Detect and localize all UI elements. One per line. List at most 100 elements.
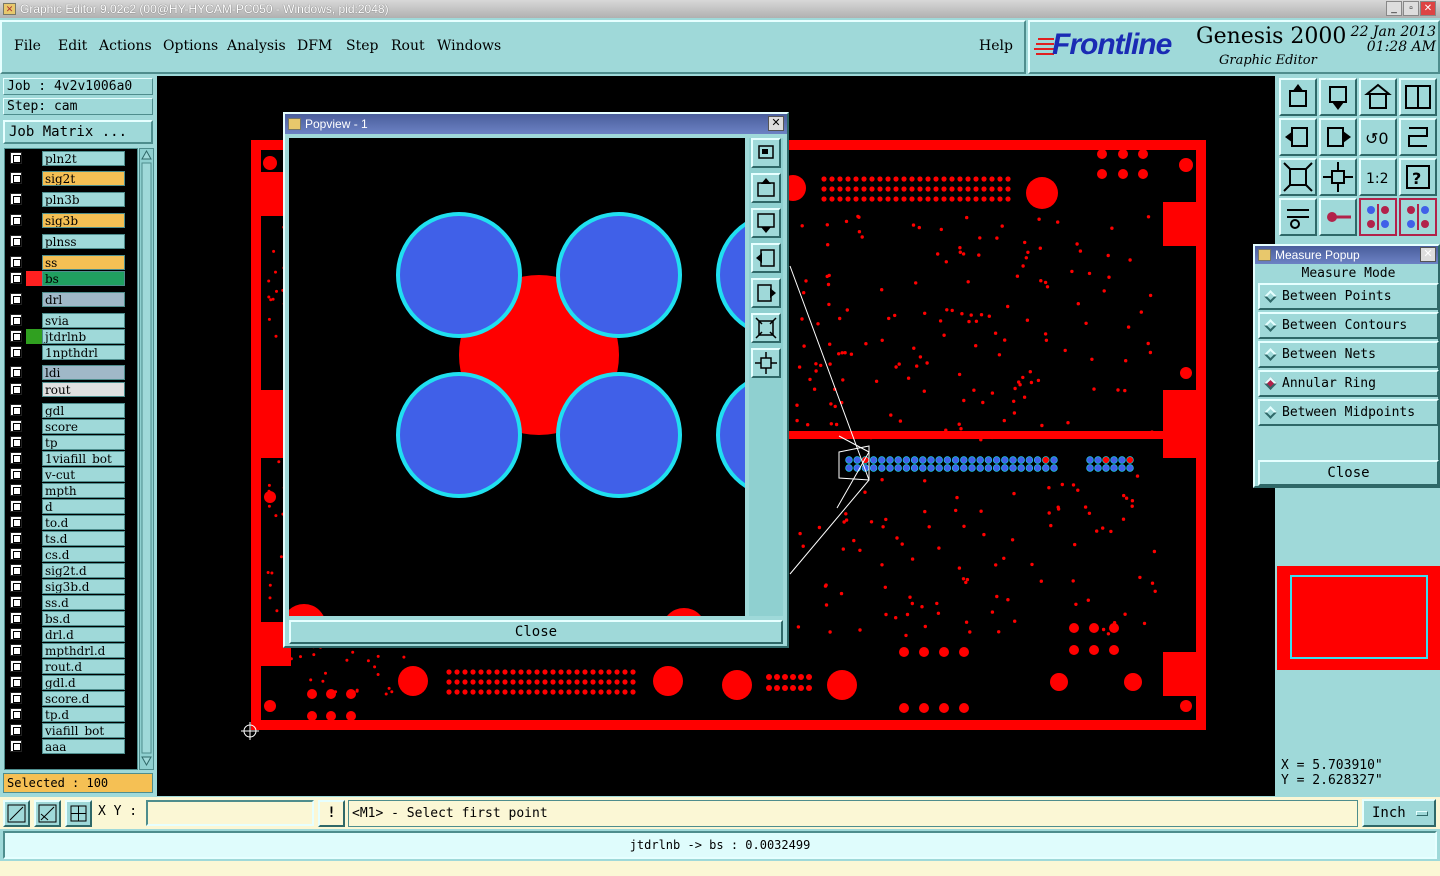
layer-row-tp-d[interactable]: tp.d [7,707,127,722]
menu-edit[interactable]: Edit [58,38,87,54]
layer-color-swatch[interactable] [26,659,42,674]
zoom-home-icon[interactable] [1279,158,1317,196]
layer-row-viafill-bot[interactable]: viafill_bot [7,723,127,738]
layer-checkbox[interactable] [10,548,22,560]
layer-color-swatch[interactable] [26,611,42,626]
menu-help[interactable]: Help [979,38,1013,54]
measure-close-x-button[interactable]: ✕ [1420,247,1436,262]
layer-checkbox[interactable] [10,564,22,576]
settings-tool-icon[interactable] [1279,198,1317,236]
layer-checkbox[interactable] [10,596,22,608]
layer-checkbox[interactable] [10,676,22,688]
layer-row-ts-d[interactable]: ts.d [7,531,127,546]
layer-checkbox[interactable] [10,692,22,704]
layer-row-pln2t[interactable]: pln2t [7,151,127,166]
maximize-button[interactable]: ▫ [1403,1,1419,16]
layer-color-swatch[interactable] [26,403,42,418]
layer-checkbox[interactable] [10,644,22,656]
pan-right-icon[interactable] [751,278,781,308]
job-matrix-button[interactable]: Job Matrix ... [3,120,153,144]
measure-titlebar[interactable]: Measure Popup ✕ [1255,246,1438,264]
option-between-nets[interactable]: Between Nets [1258,341,1439,368]
layer-row-jtdrlnb[interactable]: jtdrlnb [7,329,127,344]
layer-checkbox[interactable] [10,660,22,672]
layer-color-swatch[interactable] [26,435,42,450]
layer-color-swatch[interactable] [26,467,42,482]
layer-row-v-cut[interactable]: v-cut [7,467,127,482]
layer-color-swatch[interactable] [26,419,42,434]
layer-checkbox[interactable] [10,436,22,448]
layer-checkbox[interactable] [10,452,22,464]
layer-color-swatch[interactable] [26,365,42,380]
menu-dfm[interactable]: DFM [297,38,332,54]
layer-checkbox[interactable] [10,580,22,592]
layer-checkbox[interactable] [10,293,22,305]
layer-color-swatch[interactable] [26,563,42,578]
layer-checkbox[interactable] [10,383,22,395]
net-highlight-icon[interactable] [1359,198,1397,236]
net-compare-icon[interactable] [1399,198,1437,236]
option-annular-ring[interactable]: Annular Ring [1258,370,1439,397]
layer-checkbox[interactable] [10,628,22,640]
layer-row-sig3b-d[interactable]: sig3b.d [7,579,127,594]
layer-row-ss-d[interactable]: ss.d [7,595,127,610]
layer-checkbox[interactable] [10,235,22,247]
menu-actions[interactable]: Actions [99,38,152,54]
popview-titlebar[interactable]: Popview - 1 ✕ [285,114,787,134]
layer-checkbox[interactable] [10,214,22,226]
zoom-home-icon[interactable] [751,313,781,343]
layer-checkbox[interactable] [10,172,22,184]
layer-checkbox[interactable] [10,612,22,624]
layer-checkbox[interactable] [10,740,22,752]
layer-color-swatch[interactable] [26,451,42,466]
layer-row-sig3b[interactable]: sig3b [7,213,127,228]
layer-checkbox[interactable] [10,468,22,480]
layer-color-swatch[interactable] [26,531,42,546]
menu-step[interactable]: Step [346,38,378,54]
layer-row-gdl-d[interactable]: gdl.d [7,675,127,690]
layer-color-swatch[interactable] [26,739,42,754]
layer-row-bs[interactable]: bs [7,271,127,286]
layer-checkbox[interactable] [10,330,22,342]
popview-zoom-tool-icon[interactable] [751,138,781,168]
layer-list-scrollbar[interactable] [139,148,154,770]
minimize-button[interactable]: _ [1386,1,1402,16]
layer-row-mpth[interactable]: mpth [7,483,127,498]
layer-checkbox[interactable] [10,152,22,164]
popview-viewport[interactable] [289,138,745,616]
pan-left-icon[interactable] [751,243,781,273]
layer-color-swatch[interactable] [26,255,42,270]
angle-snap-icon[interactable] [34,800,61,827]
layer-color-swatch[interactable] [26,627,42,642]
option-between-contours[interactable]: Between Contours [1258,312,1439,339]
home-icon[interactable] [1359,78,1397,116]
rotate-view-icon[interactable]: ↺0 [1359,118,1397,156]
layer-color-swatch[interactable] [26,151,42,166]
zoom-1to2-icon[interactable]: 1:2 [1359,158,1397,196]
window-close-button[interactable]: ✕ [1420,1,1436,16]
measure-tool-icon[interactable] [1319,198,1357,236]
menu-analysis[interactable]: Analysis [227,38,286,54]
units-dropdown[interactable]: Inch [1362,799,1436,827]
popview-close-x-button[interactable]: ✕ [768,116,784,131]
layer-checkbox[interactable] [10,346,22,358]
layer-color-swatch[interactable] [26,707,42,722]
layer-row-svia[interactable]: svia [7,313,127,328]
layer-checkbox[interactable] [10,484,22,496]
layer-color-swatch[interactable] [26,643,42,658]
menu-windows[interactable]: Windows [437,38,501,54]
layer-row-drl[interactable]: drl [7,292,127,307]
layer-checkbox[interactable] [10,516,22,528]
pan-up-icon[interactable] [751,173,781,203]
layer-checkbox[interactable] [10,420,22,432]
layer-color-swatch[interactable] [26,499,42,514]
layer-row-aaa[interactable]: aaa [7,739,127,754]
layer-color-swatch[interactable] [26,723,42,738]
pan-up-icon[interactable] [1279,78,1317,116]
layer-row-score-d[interactable]: score.d [7,691,127,706]
layer-color-swatch[interactable] [26,271,42,286]
pan-down-icon[interactable] [1319,78,1357,116]
popview-close-button[interactable]: Close [289,620,783,644]
help-query-icon[interactable]: ? [1399,158,1437,196]
layer-color-swatch[interactable] [26,595,42,610]
